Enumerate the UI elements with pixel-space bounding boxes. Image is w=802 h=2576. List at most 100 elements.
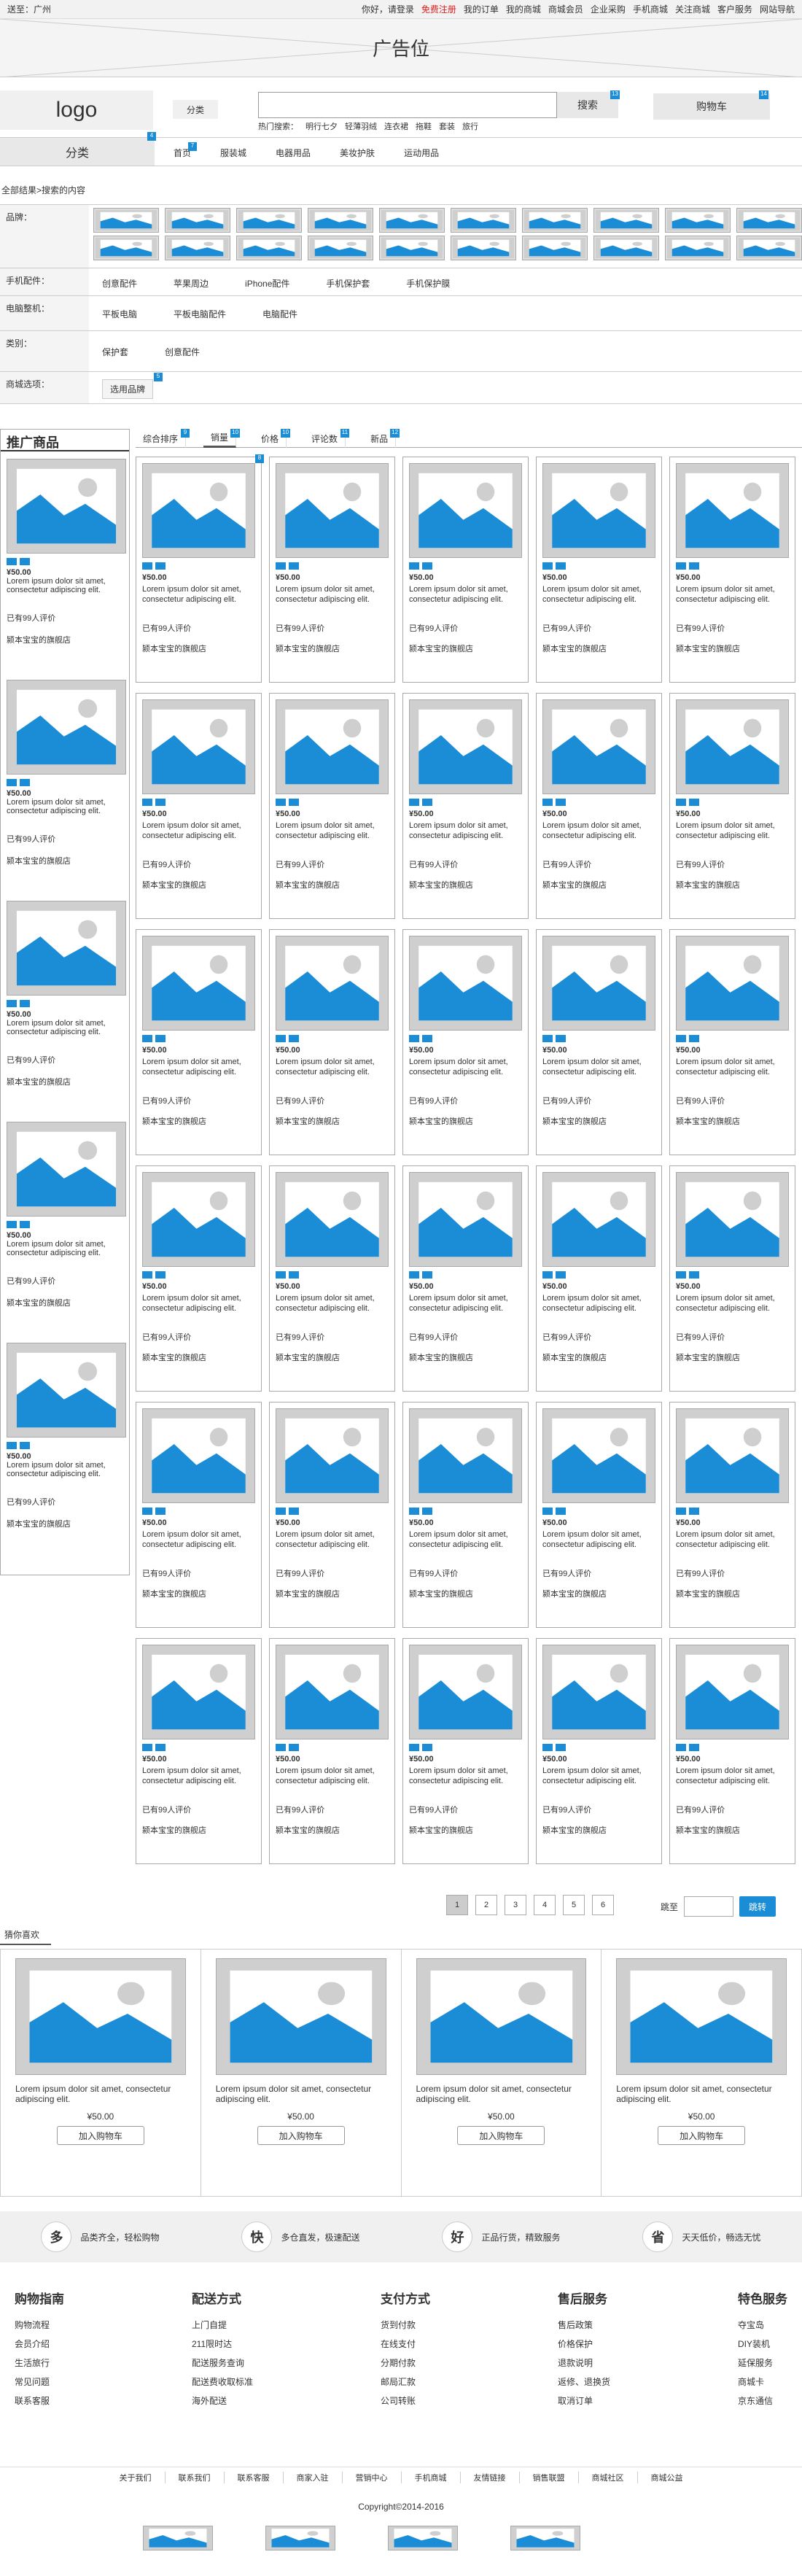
product-card[interactable]: ¥50.00 Lorem ipsum dolor sit amet, consec… (269, 929, 395, 1155)
product-image[interactable] (542, 1408, 655, 1503)
product-title[interactable]: Lorem ipsum dolor sit amet, consectetur … (676, 584, 789, 610)
product-title[interactable]: Lorem ipsum dolor sit amet, consectetur … (542, 1293, 655, 1319)
product-shop[interactable]: 颍本宝宝的旗舰店 (409, 1117, 522, 1127)
product-title[interactable]: Lorem ipsum dolor sit amet, consectetur … (276, 820, 389, 847)
guess-item[interactable]: Lorem ipsum dolor sit amet, consectetur … (1, 1950, 201, 2196)
footer-link[interactable]: 商城卡 (738, 2373, 787, 2391)
product-image[interactable] (142, 1645, 255, 1739)
product-card[interactable]: ¥50.00 Lorem ipsum dolor sit amet, consec… (402, 1638, 529, 1864)
brand-logo[interactable] (379, 208, 445, 233)
search-button[interactable]: 搜索 13 (557, 90, 620, 118)
top-link-service[interactable]: 客户服务 (717, 3, 752, 15)
filter-option[interactable]: 保护套 (102, 346, 128, 358)
product-reviews[interactable]: 已有99人评价 (142, 1805, 255, 1815)
product-card[interactable]: ¥50.00 Lorem ipsum dolor sit amet, consec… (402, 693, 529, 919)
product-image[interactable] (542, 1172, 655, 1267)
brand-logo[interactable] (93, 236, 159, 260)
product-shop[interactable]: 颍本宝宝的旗舰店 (542, 1826, 655, 1836)
brand-logo[interactable] (379, 236, 445, 260)
product-image[interactable] (276, 1408, 389, 1503)
product-reviews[interactable]: 已有99人评价 (542, 1332, 655, 1343)
page-button[interactable]: 5 (563, 1895, 585, 1915)
add-to-cart-button[interactable]: 加入购物车 (457, 2126, 545, 2145)
product-shop[interactable]: 颍本宝宝的旗舰店 (409, 1589, 522, 1599)
product-image[interactable] (276, 463, 389, 558)
promo-item[interactable]: ¥50.00 Lorem ipsum dolor sit amet, consec… (7, 680, 126, 866)
hot-term[interactable]: 旅行 (462, 120, 478, 132)
hot-term[interactable]: 轻薄羽绒 (345, 120, 377, 132)
product-reviews[interactable]: 已有99人评价 (542, 1805, 655, 1815)
product-shop[interactable]: 颍本宝宝的旗舰店 (409, 1353, 522, 1363)
guess-desc[interactable]: Lorem ipsum dolor sit amet, consectetur … (216, 2084, 386, 2104)
product-card[interactable]: ¥50.00 Lorem ipsum dolor sit amet, consec… (136, 1638, 262, 1864)
footer-bottom-link[interactable]: 手机商城 (402, 2472, 461, 2483)
brand-logo[interactable] (451, 208, 516, 233)
tab-sales[interactable]: 销量 10 (203, 429, 241, 448)
product-card[interactable]: ¥50.00 Lorem ipsum dolor sit amet, consec… (402, 929, 529, 1155)
product-reviews[interactable]: 已有99人评价 (409, 624, 522, 634)
product-title[interactable]: Lorem ipsum dolor sit amet, consectetur … (409, 1057, 522, 1083)
footer-link[interactable]: 在线支付 (381, 2335, 430, 2354)
product-card[interactable]: ¥50.00 Lorem ipsum dolor sit amet, consec… (536, 1165, 662, 1392)
product-image[interactable] (276, 1172, 389, 1267)
footer-badge-image[interactable] (388, 2526, 458, 2550)
product-card[interactable]: ¥50.00 Lorem ipsum dolor sit amet, consec… (669, 1402, 795, 1628)
product-card[interactable]: ¥50.00 Lorem ipsum dolor sit amet, consec… (136, 1165, 262, 1392)
brand-logo[interactable] (593, 236, 659, 260)
product-reviews[interactable]: 已有99人评价 (542, 624, 655, 634)
tab-price[interactable]: 价格 10 (254, 429, 291, 448)
filter-option[interactable]: iPhone配件 (245, 277, 289, 290)
product-title[interactable]: Lorem ipsum dolor sit amet, consectetur … (409, 820, 522, 847)
product-image[interactable] (676, 463, 789, 558)
add-to-cart-button[interactable]: 加入购物车 (658, 2126, 746, 2145)
footer-link[interactable]: 公司转账 (381, 2391, 430, 2410)
guess-desc[interactable]: Lorem ipsum dolor sit amet, consectetur … (15, 2084, 186, 2104)
product-shop[interactable]: 颍本宝宝的旗舰店 (676, 1117, 789, 1127)
footer-link[interactable]: 邮局汇款 (381, 2373, 430, 2391)
product-reviews[interactable]: 已有99人评价 (676, 860, 789, 870)
hot-term[interactable]: 连衣裙 (384, 120, 408, 132)
promo-reviews[interactable]: 已有99人评价 (7, 1496, 126, 1508)
nav-item-sports[interactable]: 运动用品 (404, 147, 439, 159)
promo-item[interactable]: ¥50.00 Lorem ipsum dolor sit amet, consec… (7, 1122, 126, 1308)
product-image[interactable] (542, 1645, 655, 1739)
product-reviews[interactable]: 已有99人评价 (409, 1805, 522, 1815)
product-card[interactable]: ¥50.00 Lorem ipsum dolor sit amet, consec… (269, 693, 395, 919)
promo-item[interactable]: ¥50.00 Lorem ipsum dolor sit amet, consec… (7, 901, 126, 1087)
guess-image[interactable] (15, 1958, 186, 2075)
product-image[interactable] (142, 463, 255, 558)
product-title[interactable]: Lorem ipsum dolor sit amet, consectetur … (276, 1529, 389, 1556)
nav-item-beauty[interactable]: 美妆护肤 (340, 147, 375, 159)
product-shop[interactable]: 颍本宝宝的旗舰店 (542, 880, 655, 891)
page-button[interactable]: 3 (505, 1895, 526, 1915)
promo-image[interactable] (7, 459, 126, 554)
product-card[interactable]: ¥50.00 Lorem ipsum dolor sit amet, consec… (669, 1638, 795, 1864)
product-shop[interactable]: 颍本宝宝的旗舰店 (142, 1353, 255, 1363)
product-shop[interactable]: 颍本宝宝的旗舰店 (142, 644, 255, 654)
product-card[interactable]: ¥50.00 Lorem ipsum dolor sit amet, consec… (269, 1402, 395, 1628)
product-title[interactable]: Lorem ipsum dolor sit amet, consectetur … (542, 1766, 655, 1792)
product-reviews[interactable]: 已有99人评价 (676, 1805, 789, 1815)
brand-logo[interactable] (236, 208, 302, 233)
brand-logo[interactable] (736, 208, 802, 233)
nav-item-electronics[interactable]: 电器用品 (276, 147, 311, 159)
product-reviews[interactable]: 已有99人评价 (276, 1569, 389, 1579)
product-title[interactable]: Lorem ipsum dolor sit amet, consectetur … (142, 1293, 255, 1319)
product-shop[interactable]: 颍本宝宝的旗舰店 (409, 644, 522, 654)
product-reviews[interactable]: 已有99人评价 (409, 1096, 522, 1106)
filter-option[interactable]: 手机保护膜 (406, 277, 450, 290)
nav-item-home[interactable]: 首页 7 (174, 142, 198, 159)
product-title[interactable]: Lorem ipsum dolor sit amet, consectetur … (542, 1529, 655, 1556)
top-link-sitemap[interactable]: 网站导航 (760, 3, 795, 15)
product-card[interactable]: ¥50.00 Lorem ipsum dolor sit amet, consec… (136, 693, 262, 919)
product-image[interactable] (409, 463, 522, 558)
search-category-button[interactable]: 分类 (173, 100, 218, 119)
product-card[interactable]: ¥50.00 Lorem ipsum dolor sit amet, consec… (536, 929, 662, 1155)
product-image[interactable] (142, 1172, 255, 1267)
search-input[interactable] (258, 92, 557, 118)
promo-reviews[interactable]: 已有99人评价 (7, 612, 126, 624)
product-reviews[interactable]: 已有99人评价 (542, 1569, 655, 1579)
footer-bottom-link[interactable]: 商城社区 (579, 2472, 638, 2483)
product-card[interactable]: ¥50.00 Lorem ipsum dolor sit amet, consec… (402, 1402, 529, 1628)
footer-bottom-link[interactable]: 商家入驻 (284, 2472, 343, 2483)
